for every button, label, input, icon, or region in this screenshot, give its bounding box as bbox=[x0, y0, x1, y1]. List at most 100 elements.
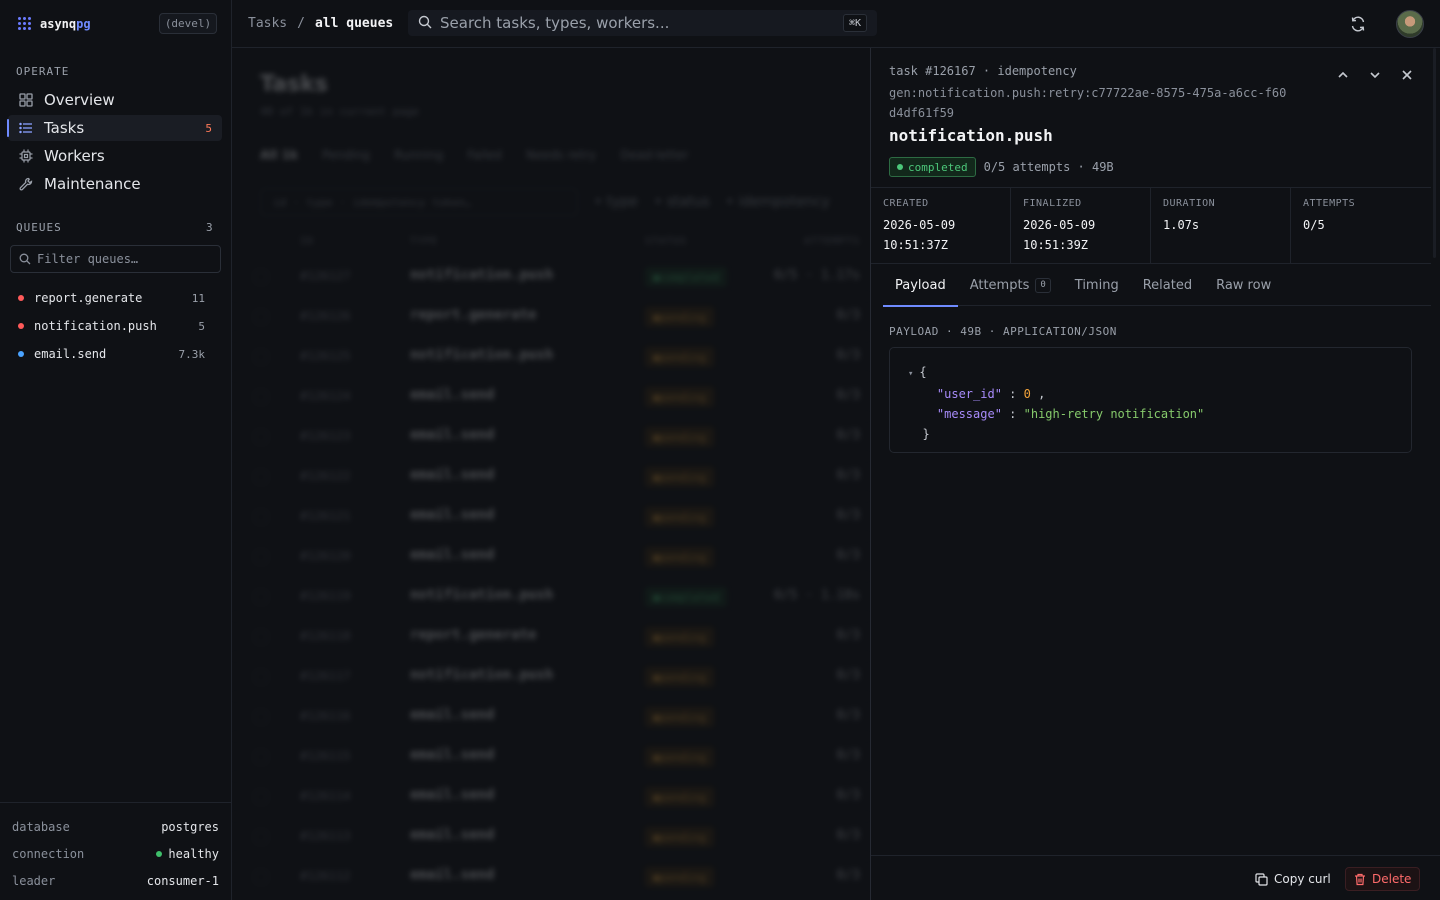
tab-failed[interactable]: Failed bbox=[467, 148, 502, 162]
task-type-title: notification.push bbox=[889, 126, 1053, 145]
table-row[interactable]: #126125 notification.push ● pending 0/3 bbox=[232, 337, 870, 377]
task-type: notification.push bbox=[410, 667, 554, 683]
chevron-down-icon bbox=[1370, 72, 1380, 79]
row-checkbox[interactable] bbox=[254, 510, 268, 524]
task-attempts: 0/3 bbox=[836, 748, 860, 763]
queue-count: 5 bbox=[198, 319, 205, 333]
row-checkbox[interactable] bbox=[254, 270, 268, 284]
tab-needs-retry[interactable]: Needs retry bbox=[526, 148, 596, 162]
breadcrumb-separator: / bbox=[297, 16, 305, 31]
row-checkbox[interactable] bbox=[254, 870, 268, 884]
table-row[interactable]: #126118 report.generate ● pending 0/3 bbox=[232, 617, 870, 657]
status-badge: ● pending bbox=[645, 787, 714, 807]
queue-filter-input[interactable] bbox=[37, 252, 207, 266]
row-checkbox[interactable] bbox=[254, 430, 268, 444]
nav-label: Maintenance bbox=[44, 175, 141, 193]
detail-footer: Copy curl Delete bbox=[871, 855, 1440, 900]
queue-item-email-send[interactable]: email.send 7.3k bbox=[12, 340, 212, 368]
nav-item-workers[interactable]: Workers bbox=[8, 143, 222, 169]
table-row[interactable]: #126121 email.send ● pending 0/3 bbox=[232, 497, 870, 537]
nav-item-tasks[interactable]: Tasks 5 bbox=[7, 115, 222, 141]
row-checkbox[interactable] bbox=[254, 470, 268, 484]
task-id: #126127 bbox=[300, 269, 351, 283]
filter-chip-status[interactable]: • status bbox=[654, 194, 710, 210]
task-type: notification.push bbox=[410, 347, 554, 363]
status-tabs: All 1k Pending Running Failed Needs retr… bbox=[260, 148, 689, 162]
json-key: "message" bbox=[936, 407, 1002, 421]
row-checkbox[interactable] bbox=[254, 630, 268, 644]
row-checkbox[interactable] bbox=[254, 590, 268, 604]
nav-item-overview[interactable]: Overview bbox=[8, 87, 222, 113]
queue-status-dot bbox=[18, 323, 24, 329]
queue-item-notification-push[interactable]: notification.push 5 bbox=[12, 312, 212, 340]
copy-icon bbox=[1255, 872, 1268, 886]
breadcrumb-root[interactable]: Tasks bbox=[248, 16, 287, 31]
collapse-caret-icon[interactable]: ▾ bbox=[908, 369, 913, 379]
queue-item-report-generate[interactable]: report.generate 11 bbox=[12, 284, 212, 312]
tab-running[interactable]: Running bbox=[394, 148, 443, 162]
table-row[interactable]: #126112 email.send ● pending 0/3 bbox=[232, 857, 870, 897]
tab-all[interactable]: All 1k bbox=[260, 148, 298, 162]
trash-icon bbox=[1355, 873, 1365, 885]
table-row[interactable]: #126119 notification.push ● completed 0/5 ·… bbox=[232, 577, 870, 617]
tab-dead-letter[interactable]: Dead-letter bbox=[620, 148, 688, 162]
row-checkbox[interactable] bbox=[254, 670, 268, 684]
copy-curl-button[interactable]: Copy curl bbox=[1255, 868, 1331, 890]
tab-attempts[interactable]: Attempts 0 bbox=[958, 264, 1063, 306]
table-row[interactable]: #126116 email.send ● pending 0/3 bbox=[232, 697, 870, 737]
table-row[interactable]: #126117 notification.push ● pending 0/3 bbox=[232, 657, 870, 697]
next-task-button[interactable] bbox=[1366, 66, 1384, 84]
filter-chip-idempotency[interactable]: • idempotency bbox=[726, 194, 830, 210]
filter-chip-type[interactable]: • type bbox=[594, 194, 638, 210]
tab-related[interactable]: Related bbox=[1131, 264, 1204, 306]
table-row[interactable]: #126115 email.send ● pending 0/3 bbox=[232, 737, 870, 777]
tasks-count: 5 bbox=[205, 121, 212, 135]
table-row[interactable]: #126113 email.send ● pending 0/3 bbox=[232, 817, 870, 857]
task-type: email.send bbox=[410, 867, 495, 883]
nav-item-maintenance[interactable]: Maintenance bbox=[8, 171, 222, 197]
row-checkbox[interactable] bbox=[254, 710, 268, 724]
delete-task-button[interactable]: Delete bbox=[1345, 867, 1421, 891]
table-row[interactable]: #126124 email.send ● pending 0/3 bbox=[232, 377, 870, 417]
tab-payload[interactable]: Payload bbox=[883, 264, 958, 307]
task-id: #126122 bbox=[300, 469, 351, 483]
task-id-line: task #126167 · idempotency bbox=[889, 64, 1077, 78]
task-type: notification.push bbox=[410, 267, 554, 283]
queues-count: 3 bbox=[206, 221, 213, 234]
row-checkbox[interactable] bbox=[254, 310, 268, 324]
avatar[interactable] bbox=[1396, 10, 1424, 38]
global-search[interactable]: ⌘K bbox=[408, 10, 877, 36]
close-panel-button[interactable] bbox=[1398, 66, 1416, 84]
attempts-count-badge: 0 bbox=[1035, 277, 1051, 293]
search-input[interactable] bbox=[440, 14, 820, 32]
row-checkbox[interactable] bbox=[254, 350, 268, 364]
row-checkbox[interactable] bbox=[254, 390, 268, 404]
tab-pending[interactable]: Pending bbox=[322, 148, 370, 162]
row-checkbox[interactable] bbox=[254, 750, 268, 764]
refresh-button[interactable] bbox=[1346, 12, 1370, 36]
meta-finalized: FINALIZED 2026-05-09 10:51:39Z bbox=[1011, 188, 1151, 263]
table-row[interactable]: #126120 email.send ● pending 0/3 bbox=[232, 537, 870, 577]
tab-timing[interactable]: Timing bbox=[1063, 264, 1131, 306]
task-attempts: 0/3 bbox=[836, 468, 860, 483]
status-dot-icon bbox=[897, 164, 903, 170]
previous-task-button[interactable] bbox=[1334, 66, 1352, 84]
row-checkbox[interactable] bbox=[254, 790, 268, 804]
queue-name: report.generate bbox=[34, 291, 143, 305]
table-row[interactable]: #126114 email.send ● pending 0/3 bbox=[232, 777, 870, 817]
table-row[interactable]: #126122 email.send ● pending 0/3 bbox=[232, 457, 870, 497]
row-checkbox[interactable] bbox=[254, 550, 268, 564]
table-row[interactable]: #126126 report.generate ● pending 0/3 bbox=[232, 297, 870, 337]
task-attempts: 0/3 bbox=[836, 828, 860, 843]
topbar: Tasks / all queues ⌘K bbox=[232, 0, 1440, 48]
operate-nav: Overview Tasks 5 Workers Maintenance bbox=[7, 87, 222, 199]
brand[interactable]: asynqpg bbox=[18, 14, 91, 34]
queue-filter[interactable] bbox=[10, 245, 221, 273]
scrollbar[interactable] bbox=[1433, 48, 1436, 258]
status-badge: ● pending bbox=[645, 747, 714, 767]
task-filter-input[interactable]: id · type · idempotency token… bbox=[260, 188, 578, 216]
row-checkbox[interactable] bbox=[254, 830, 268, 844]
tab-raw-row[interactable]: Raw row bbox=[1204, 264, 1283, 306]
table-row[interactable]: #126127 notification.push ● completed 0/5 ·… bbox=[232, 257, 870, 297]
table-row[interactable]: #126123 email.send ● pending 0/3 bbox=[232, 417, 870, 457]
